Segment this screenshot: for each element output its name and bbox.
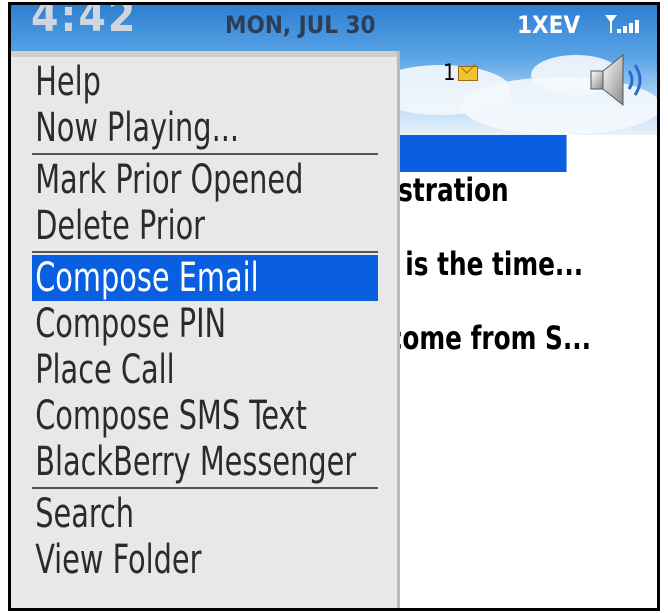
network-type: 1XEV (517, 11, 581, 39)
speaker-volume-icon[interactable] (583, 49, 647, 111)
unread-message-icon (457, 66, 478, 81)
blackberry-screen: 4:42 MON, JUL 30 1XEV 1 Registration Now… (8, 2, 660, 611)
menu-item-compose-pin[interactable]: Compose PIN (32, 301, 378, 347)
menu-item-label: Place Call (35, 347, 175, 393)
unread-indicator[interactable]: 1 (443, 61, 478, 86)
clock-date: MON, JUL 30 (225, 11, 376, 39)
menu-item-compose-email[interactable]: Compose Email (32, 255, 378, 301)
menu-item-label: Compose SMS Text (35, 393, 307, 439)
menu-item-label: Compose PIN (35, 301, 227, 347)
clock-time: 4:42 (31, 2, 138, 42)
unread-count: 1 (443, 61, 456, 86)
signal-strength-icon (605, 15, 639, 33)
menu-item-view-folder[interactable]: View Folder (32, 537, 378, 583)
menu-separator (32, 487, 378, 489)
menu-top-edge (11, 51, 397, 57)
menu-item-place-call[interactable]: Place Call (32, 347, 378, 393)
menu-item-now-playing[interactable]: Now Playing... (32, 105, 378, 151)
menu-item-search[interactable]: Search (32, 491, 378, 537)
menu-item-label: Compose Email (35, 255, 259, 301)
context-menu: Help Now Playing... Mark Prior Opened Delet… (11, 51, 397, 608)
menu-separator (32, 153, 378, 155)
menu-item-compose-sms-text[interactable]: Compose SMS Text (32, 393, 378, 439)
menu-item-blackberry-messenger[interactable]: BlackBerry Messenger (32, 439, 378, 485)
menu-item-label: Mark Prior Opened (35, 157, 304, 203)
menu-item-label: Help (35, 59, 101, 105)
menu-item-help[interactable]: Help (32, 59, 378, 105)
menu-item-delete-prior[interactable]: Delete Prior (32, 203, 378, 249)
menu-item-label: BlackBerry Messenger (35, 439, 357, 485)
menu-item-label: Now Playing... (35, 105, 240, 151)
menu-separator (32, 251, 378, 253)
menu-item-label: Search (35, 491, 135, 537)
menu-item-mark-prior-opened[interactable]: Mark Prior Opened (32, 157, 378, 203)
menu-item-label: View Folder (35, 537, 202, 583)
menu-item-label: Delete Prior (35, 203, 206, 249)
